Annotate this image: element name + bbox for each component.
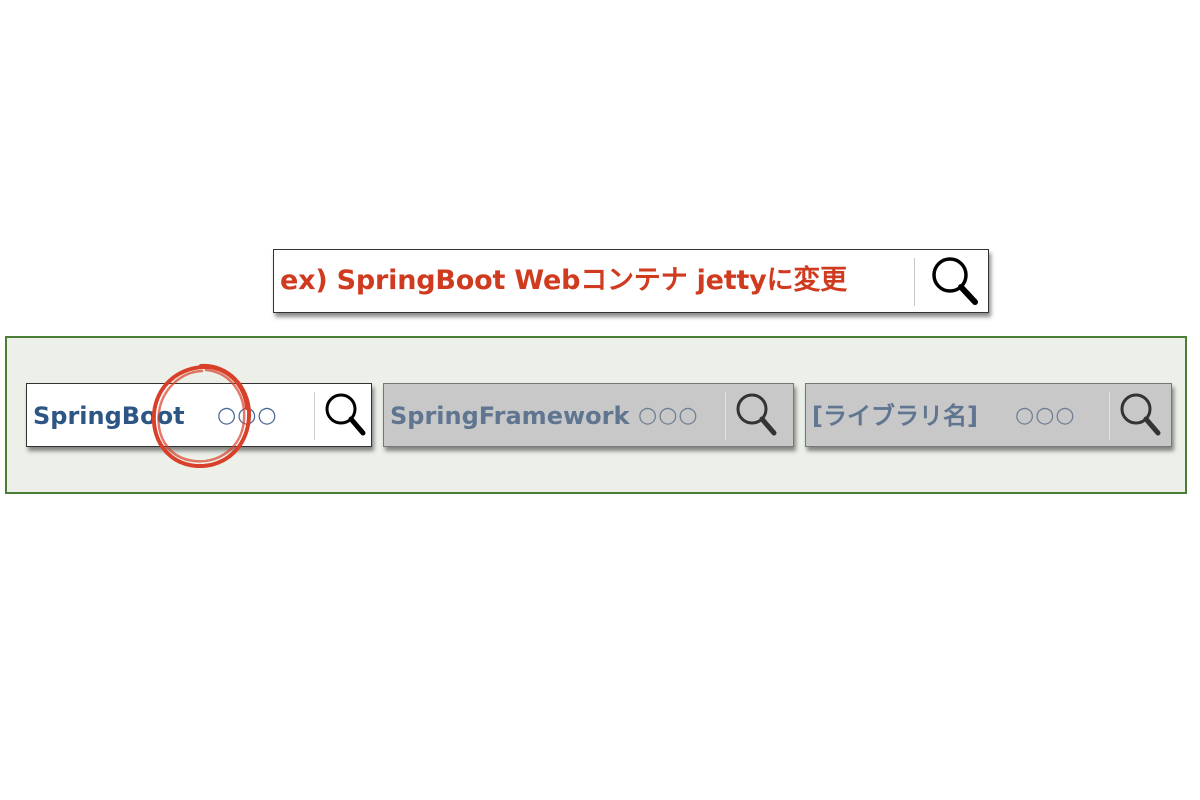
search-divider	[314, 392, 315, 440]
search-box-springboot[interactable]: SpringBoot ○○○	[26, 383, 372, 447]
magnifier-icon	[736, 393, 777, 436]
search-placeholder: ○○○	[217, 403, 278, 428]
search-term: SpringFramework	[390, 402, 630, 430]
search-divider	[725, 392, 726, 440]
example-search-box[interactable]: ex) SpringBoot Webコンテナ jettyに変更	[273, 249, 989, 313]
magnifier-icon	[932, 257, 978, 305]
search-divider	[1109, 392, 1110, 440]
search-button[interactable]	[1112, 384, 1168, 446]
search-term: [ライブラリ名]	[812, 402, 978, 430]
example-search-button[interactable]	[919, 250, 989, 312]
search-button[interactable]	[728, 384, 784, 446]
search-box-springframework[interactable]: SpringFramework ○○○	[383, 383, 794, 447]
search-box-library-name[interactable]: [ライブラリ名] ○○○	[805, 383, 1172, 447]
magnifier-icon	[325, 393, 366, 436]
search-placeholder: ○○○	[1015, 403, 1076, 428]
search-term: SpringBoot	[33, 402, 185, 430]
example-divider	[914, 258, 915, 306]
magnifier-icon	[1120, 393, 1161, 436]
search-placeholder: ○○○	[638, 403, 699, 428]
search-button[interactable]	[317, 384, 373, 446]
example-query-text: ex) SpringBoot Webコンテナ jettyに変更	[280, 265, 847, 296]
